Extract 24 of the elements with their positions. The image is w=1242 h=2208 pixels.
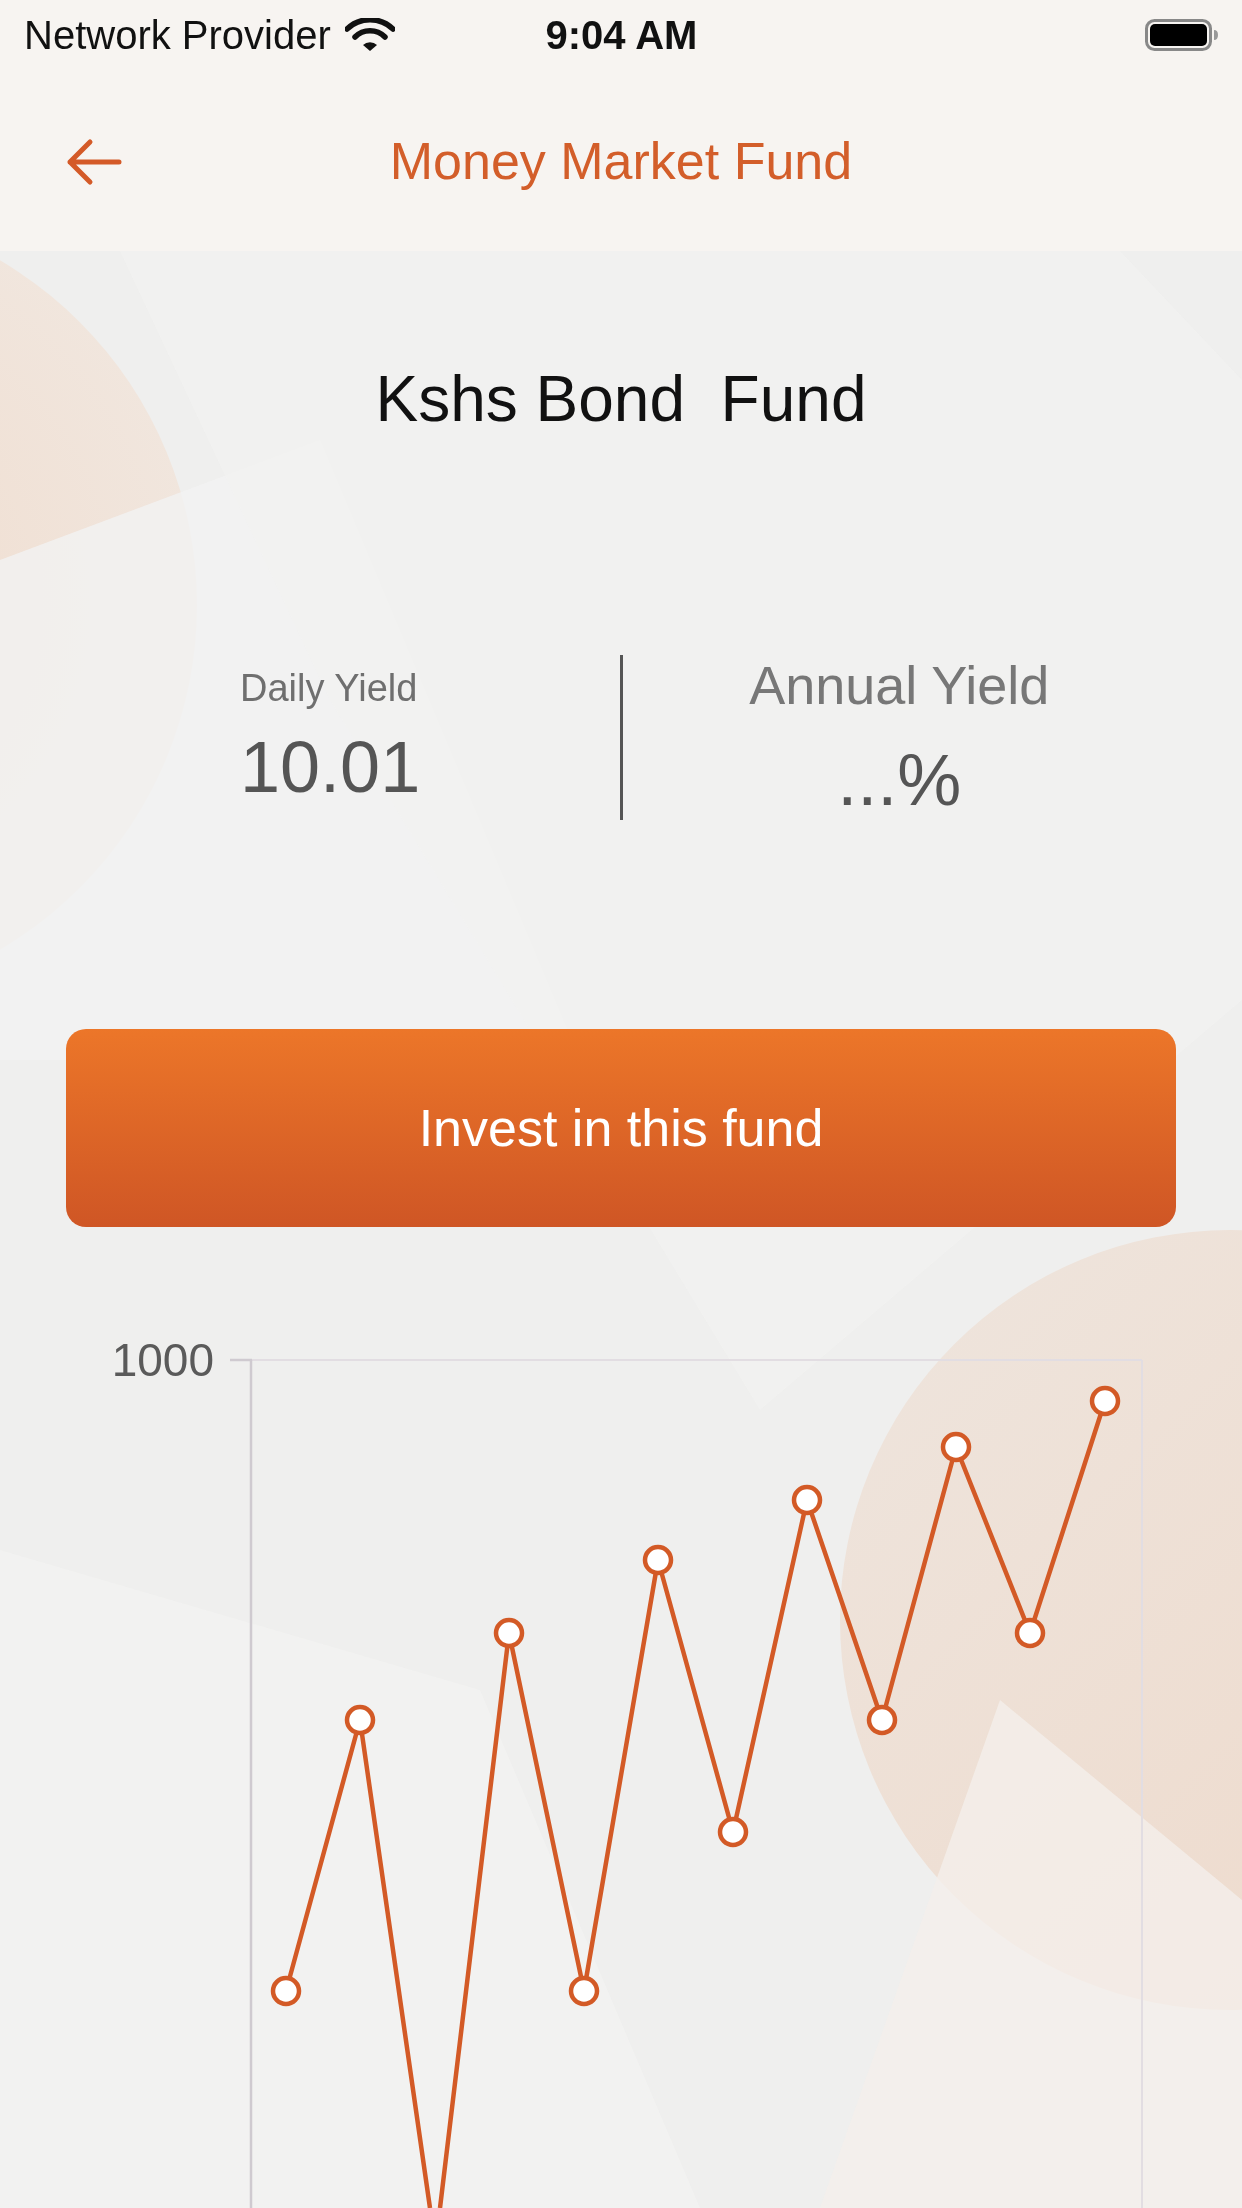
fund-name: Kshs Bond Fund <box>375 362 867 437</box>
carrier-name: Network Provider <box>24 12 331 58</box>
chart-point <box>270 1975 302 2007</box>
yield-value: 10.01 <box>240 727 421 807</box>
chart-point <box>642 1544 674 1576</box>
chart-point <box>493 1617 525 1649</box>
back-arrow-icon <box>66 138 122 186</box>
chart-point <box>1089 1385 1121 1417</box>
battery-icon <box>1145 19 1219 51</box>
screen-title: Money Market Fund <box>389 130 853 191</box>
chart-point <box>791 1484 823 1516</box>
chart-point <box>717 1816 749 1848</box>
invest-button[interactable]: Invest in this fund <box>66 1029 1176 1227</box>
chart-point <box>344 1704 376 1736</box>
axis-tick-label: 1000 <box>111 1334 214 1386</box>
chart-point <box>1014 1617 1046 1649</box>
chart-point <box>568 1975 600 2007</box>
yield-label: Daily Yield <box>240 666 418 711</box>
status-time: 9:04 AM <box>545 12 698 58</box>
wifi-icon <box>344 18 395 52</box>
chart-point <box>866 1704 898 1736</box>
yield-value: ...% <box>837 740 962 820</box>
yield-label: Annual Yield <box>749 655 1050 715</box>
chart-point <box>940 1431 972 1463</box>
